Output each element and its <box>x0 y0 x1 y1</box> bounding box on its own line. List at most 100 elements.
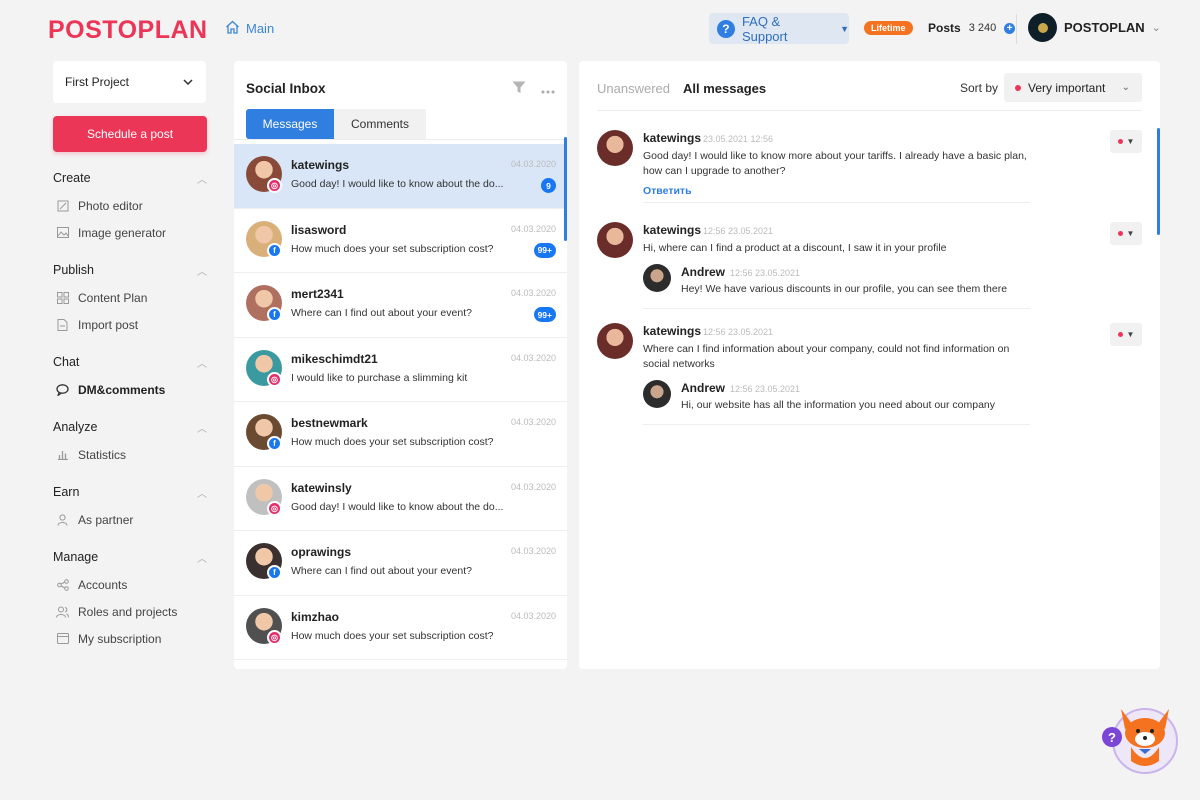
postoplan-logo[interactable]: POSTOPLAN <box>48 16 208 45</box>
nav-head-create[interactable]: Create ︿ <box>53 164 207 192</box>
conversation-date: 04.03.2020 <box>510 546 556 556</box>
conversation-item[interactable]: ◎ mikeschimdt21 04.03.2020 I would like to … <box>234 338 567 402</box>
faq-label: FAQ & Support <box>741 13 788 44</box>
thread-time: 12:56 23.05.2021 <box>703 327 774 337</box>
sidebar-item-accounts[interactable]: Accounts <box>53 571 207 598</box>
conversation-item[interactable]: f mert2341 04.03.2020 Where can I find out … <box>234 273 567 338</box>
conversation-item[interactable]: f bestnewmark 04.03.2020 How much does your… <box>234 402 567 467</box>
sidebar-item-photo-editor[interactable]: Photo editor <box>53 192 207 219</box>
thread-time: 23.05.2021 12:56 <box>703 134 774 144</box>
sidebar-item-image-generator[interactable]: Image generator <box>53 219 207 246</box>
thread-body: Where can I find information about your … <box>643 343 1010 370</box>
priority-dot <box>1117 139 1123 144</box>
reply-time: 12:56 23.05.2021 <box>730 268 801 278</box>
nav-head-publish[interactable]: Publish ︿ <box>53 256 207 284</box>
schedule-post-button[interactable]: Schedule a post <box>53 116 207 152</box>
avatar <box>597 222 633 258</box>
inbox-scrollbar[interactable] <box>564 137 567 241</box>
more-horizontal-icon[interactable] <box>541 81 555 97</box>
sidebar-item-statistics[interactable]: Statistics <box>53 441 207 468</box>
chevron-down-icon <box>183 79 193 85</box>
filter-icon[interactable] <box>512 81 526 97</box>
inbox-tools <box>512 81 555 97</box>
social-inbox-panel: Social Inbox Messages Comments ◎ katewing… <box>234 61 567 669</box>
user-icon <box>56 513 69 526</box>
messages-scrollbar[interactable] <box>1157 128 1160 235</box>
reply-link[interactable]: Ответить <box>643 185 692 197</box>
account-name: POSTOPLAN <box>1064 20 1145 35</box>
sort-label: Sort by <box>960 81 999 95</box>
sort-value: Very important <box>1028 80 1106 95</box>
reply-body: Hey! We have various discounts in our pr… <box>681 283 1008 295</box>
priority-dot <box>1117 332 1123 337</box>
conversation-name: bestnewmark <box>291 416 368 430</box>
faq-support-button[interactable]: ? FAQ & Support ▼ <box>709 13 849 44</box>
conversation-name: mert2341 <box>291 287 344 301</box>
users-icon <box>56 606 69 618</box>
sidebar-item-import-post[interactable]: Import post <box>53 311 207 338</box>
facebook-icon: f <box>267 242 282 258</box>
plus-circle-icon[interactable]: + <box>1004 22 1016 34</box>
file-import-icon <box>56 318 69 331</box>
project-select[interactable]: First Project <box>53 61 206 103</box>
brush-icon <box>56 200 69 212</box>
chevron-up-icon: ︿ <box>197 553 207 565</box>
question-icon: ? <box>717 19 735 38</box>
conversation-item[interactable]: ◎ kimzhao 04.03.2020 How much does your set… <box>234 596 567 660</box>
breadcrumb-main[interactable]: Main <box>246 21 274 36</box>
priority-select[interactable]: ▼ <box>1110 130 1142 153</box>
conversation-item[interactable]: ◎ katewings 04.03.2020 Good day! I would li… <box>234 144 567 209</box>
thread-author: katewings <box>643 131 702 145</box>
message-thread: katewings 23.05.2021 12:56 Good day! I w… <box>597 130 1142 200</box>
image-icon <box>56 227 69 239</box>
sidebar-item-as-partner[interactable]: As partner <box>53 506 207 533</box>
conversation-item[interactable]: f lisasword 04.03.2020 How much does your s… <box>234 209 567 273</box>
sidebar-item-roles-projects[interactable]: Roles and projects <box>53 598 207 625</box>
facebook-icon: f <box>267 307 282 322</box>
conversation-name: lisasword <box>291 222 347 237</box>
conversation-item[interactable]: f oprawings 04.03.2020 Where can I find out… <box>234 531 567 596</box>
instagram-icon: ◎ <box>267 629 282 645</box>
tab-unanswered[interactable]: Unanswered <box>597 81 670 96</box>
svg-text:?: ? <box>1108 730 1116 745</box>
nav-head-chat[interactable]: Chat ︿ <box>53 348 207 376</box>
chevron-up-icon: ︿ <box>197 488 207 500</box>
breadcrumb[interactable]: Main <box>225 20 274 37</box>
tab-comments[interactable]: Comments <box>334 109 426 139</box>
chevron-up-icon: ︿ <box>197 423 207 435</box>
header-divider <box>1016 14 1017 44</box>
fox-mascot-icon[interactable]: ? <box>1101 699 1185 775</box>
nav-head-manage[interactable]: Manage ︿ <box>53 543 207 571</box>
priority-select[interactable]: ▼ <box>1110 323 1142 346</box>
conversation-name: katewinsly <box>291 480 352 495</box>
conversation-preview: How much does your set subscription cost… <box>291 242 494 255</box>
conversation-preview: How much does your set subscription cost… <box>291 436 494 448</box>
sort-select[interactable]: Very important ⌄ <box>1004 73 1142 102</box>
thread-body: Good day! I would like to know more abou… <box>643 150 1027 177</box>
conversation-name: kimzhao <box>291 609 340 624</box>
unread-count-badge: 99+ <box>533 242 556 258</box>
priority-select[interactable]: ▼ <box>1110 222 1142 245</box>
conversation-date: 04.03.2020 <box>510 417 556 427</box>
chevron-up-icon: ︿ <box>197 266 207 278</box>
reply-author: Andrew <box>681 381 726 395</box>
nav-head-analyze[interactable]: Analyze ︿ <box>53 413 207 441</box>
project-name: First Project <box>65 75 130 89</box>
conversation-item[interactable]: ◎ katewinsly 04.03.2020 Good day! I would l… <box>234 467 567 531</box>
tab-messages[interactable]: Messages <box>246 109 334 139</box>
posts-count: 3 240 <box>968 22 997 34</box>
account-menu[interactable]: POSTOPLAN ⌄ <box>1028 13 1161 42</box>
facebook-icon: f <box>267 436 282 451</box>
chevron-up-icon: ︿ <box>197 174 207 186</box>
message-thread: katewings 12:56 23.05.2021 Where can I f… <box>597 323 1142 423</box>
thread-body: Hi, where can I find a product at a disc… <box>643 242 947 254</box>
tabs-divider <box>234 139 567 140</box>
sidebar-item-dm-comments[interactable]: DM&comments <box>53 376 207 403</box>
instagram-icon: ◎ <box>267 371 282 387</box>
conversation-name: oprawings <box>291 545 352 559</box>
chevron-down-icon: ▼ <box>1126 229 1135 238</box>
sidebar-item-my-subscription[interactable]: My subscription <box>53 625 207 652</box>
sidebar-item-content-plan[interactable]: Content Plan <box>53 284 207 311</box>
tab-all-messages[interactable]: All messages <box>683 81 766 96</box>
nav-head-earn[interactable]: Earn ︿ <box>53 478 207 506</box>
